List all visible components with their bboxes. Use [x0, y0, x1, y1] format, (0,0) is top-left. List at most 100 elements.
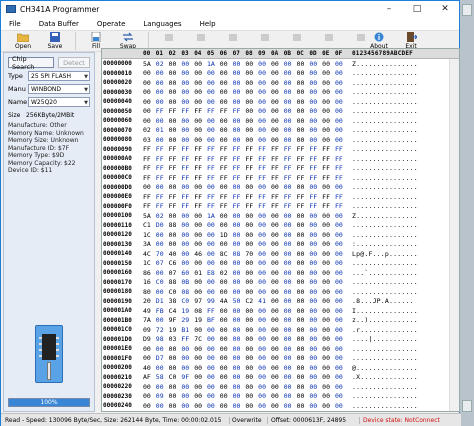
hex-byte[interactable]: 00 — [245, 60, 258, 68]
hex-byte[interactable]: 00 — [156, 231, 169, 239]
hex-byte[interactable]: 00 — [284, 316, 297, 324]
hex-byte[interactable]: 00 — [335, 364, 348, 372]
hex-byte[interactable]: FF — [271, 164, 284, 172]
hex-byte[interactable]: FF — [194, 145, 207, 153]
hex-byte[interactable]: 00 — [335, 345, 348, 353]
hex-byte[interactable]: FF — [284, 193, 297, 201]
hex-byte[interactable]: 00 — [207, 88, 220, 96]
hex-byte[interactable]: 00 — [322, 288, 335, 296]
hex-byte[interactable]: 00 — [284, 136, 297, 144]
hex-byte[interactable]: 00 — [169, 345, 182, 353]
hex-byte[interactable]: 00 — [169, 60, 182, 68]
hex-byte[interactable]: 00 — [220, 278, 233, 286]
hex-byte[interactable]: 00 — [233, 98, 246, 106]
hex-byte[interactable]: FF — [207, 145, 220, 153]
hex-byte[interactable]: 41 — [258, 297, 271, 305]
hex-byte[interactable]: 00 — [207, 221, 220, 229]
hex-byte[interactable]: 00 — [297, 364, 310, 372]
hex-byte[interactable]: 00 — [207, 69, 220, 77]
hex-byte[interactable]: 00 — [233, 373, 246, 381]
hex-byte[interactable]: 00 — [309, 383, 322, 391]
hex-byte[interactable]: 00 — [335, 411, 348, 412]
hex-byte[interactable]: 00 — [143, 354, 156, 362]
hex-byte[interactable]: 00 — [169, 69, 182, 77]
hex-byte[interactable]: 1A — [207, 212, 220, 220]
hex-byte[interactable]: 00 — [271, 373, 284, 381]
hex-byte[interactable]: 00 — [245, 231, 258, 239]
hex-byte[interactable]: 00 — [156, 402, 169, 410]
hex-byte[interactable]: 00 — [322, 411, 335, 412]
hex-byte[interactable]: 70 — [156, 250, 169, 258]
hex-byte[interactable]: FF — [143, 155, 156, 163]
hex-byte[interactable]: 00 — [169, 117, 182, 125]
hex-byte[interactable]: 00 — [194, 402, 207, 410]
hex-byte[interactable]: 00 — [233, 364, 246, 372]
hex-byte[interactable]: 00 — [169, 383, 182, 391]
hex-row[interactable]: 000000E0 FF FF FF FF FF FF FF FF FF FF FF FF FF FF FF FF… — [102, 192, 459, 202]
hex-byte[interactable]: 00 — [181, 402, 194, 410]
hex-byte[interactable]: 00 — [297, 212, 310, 220]
hex-byte[interactable]: 00 — [322, 250, 335, 258]
hex-byte[interactable]: 00 — [245, 212, 258, 220]
hex-byte[interactable]: 00 — [271, 259, 284, 267]
hex-byte[interactable]: 00 — [233, 60, 246, 68]
hex-byte[interactable]: 00 — [245, 183, 258, 191]
hex-byte[interactable]: 00 — [335, 240, 348, 248]
hex-byte[interactable]: 00 — [258, 221, 271, 229]
hex-byte[interactable]: 00 — [233, 402, 246, 410]
hex-byte[interactable]: FF — [169, 164, 182, 172]
hex-byte[interactable]: 00 — [207, 326, 220, 334]
hex-byte[interactable]: 00 — [245, 326, 258, 334]
hex-byte[interactable]: 00 — [335, 335, 348, 343]
hex-byte[interactable]: 00 — [258, 383, 271, 391]
hex-byte[interactable]: 00 — [335, 297, 348, 305]
hex-byte[interactable]: 00 — [335, 316, 348, 324]
hex-byte[interactable]: 20 — [143, 297, 156, 305]
hex-byte[interactable]: 00 — [322, 354, 335, 362]
hex-byte[interactable]: 00 — [258, 354, 271, 362]
hex-byte[interactable]: 00 — [245, 307, 258, 315]
hex-byte[interactable]: 00 — [284, 411, 297, 412]
hex-byte[interactable]: 00 — [322, 392, 335, 400]
hex-byte[interactable]: 4C — [143, 250, 156, 258]
hex-byte[interactable]: 00 — [194, 221, 207, 229]
hex-byte[interactable]: 00 — [271, 107, 284, 115]
hex-byte[interactable]: 00 — [143, 98, 156, 106]
hex-byte[interactable]: 00 — [335, 212, 348, 220]
hex-byte[interactable]: 00 — [309, 411, 322, 412]
hex-byte[interactable]: 00 — [220, 364, 233, 372]
hex-byte[interactable]: 00 — [258, 69, 271, 77]
hex-byte[interactable]: 00 — [335, 60, 348, 68]
hex-byte[interactable]: 00 — [156, 79, 169, 87]
hex-byte[interactable]: 00 — [258, 288, 271, 296]
hex-byte[interactable]: 00 — [271, 221, 284, 229]
hex-byte[interactable]: D0 — [156, 221, 169, 229]
hex-byte[interactable]: 00 — [297, 345, 310, 353]
hex-byte[interactable]: 00 — [258, 392, 271, 400]
hex-byte[interactable]: FF — [284, 174, 297, 182]
detect-button[interactable]: Detect — [58, 57, 90, 68]
hex-byte[interactable]: 00 — [156, 117, 169, 125]
hex-byte[interactable]: 00 — [271, 392, 284, 400]
menu-data-buffer[interactable]: Data Buffer — [39, 20, 79, 28]
hex-row[interactable]: 00000180 80 00 C0 08 00 00 00 00 00 00 00 00 00 00 00 00… — [102, 287, 459, 297]
hex-byte[interactable]: 00 — [335, 354, 348, 362]
hex-row[interactable]: 000000A0 FF FF FF FF FF FF FF FF FF FF FF FF FF FF FF FF… — [102, 154, 459, 164]
hex-byte[interactable]: FF — [143, 174, 156, 182]
hex-byte[interactable]: FF — [207, 164, 220, 172]
hex-byte[interactable]: FF — [220, 164, 233, 172]
hex-byte[interactable]: 99 — [207, 297, 220, 305]
hex-byte[interactable]: 00 — [245, 107, 258, 115]
hex-byte[interactable]: 00 — [233, 221, 246, 229]
hex-byte[interactable]: 03 — [169, 335, 182, 343]
hex-byte[interactable]: 00 — [207, 354, 220, 362]
hex-byte[interactable]: 00 — [271, 250, 284, 258]
hex-byte[interactable]: 00 — [271, 354, 284, 362]
hex-byte[interactable]: 00 — [258, 307, 271, 315]
hex-byte[interactable]: 00 — [245, 136, 258, 144]
menu-help[interactable]: Help — [200, 20, 216, 28]
hex-byte[interactable]: 00 — [169, 402, 182, 410]
hex-byte[interactable]: 00 — [245, 269, 258, 277]
hex-byte[interactable]: 00 — [220, 354, 233, 362]
hex-byte[interactable]: 00 — [258, 126, 271, 134]
